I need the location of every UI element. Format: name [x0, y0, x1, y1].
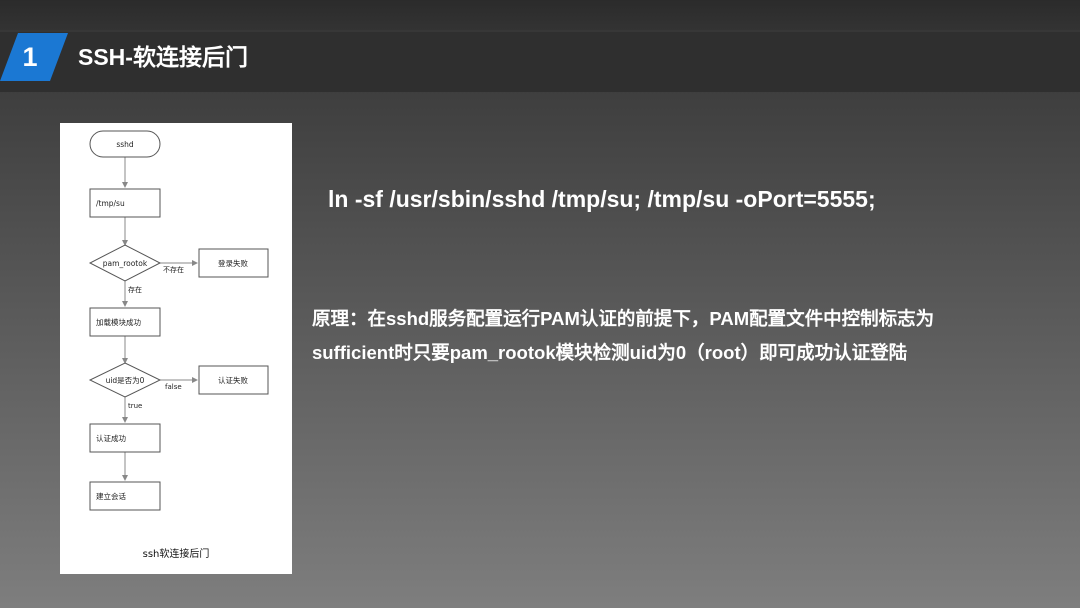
principle-text: 原理：在sshd服务配置运行PAM认证的前提下，PAM配置文件中控制标志为 su… — [312, 302, 1072, 370]
edge-label-true: true — [128, 402, 142, 410]
node-session-label: 建立会话 — [96, 491, 126, 501]
node-load-label: 加载模块成功 — [96, 317, 141, 327]
flowchart-figure: sshd /tmp/su pam_rootok 登录失败 加载模块成功 uid是… — [60, 123, 292, 574]
node-auth-fail-label: 认证失败 — [218, 375, 248, 385]
top-band — [0, 0, 1080, 30]
decision-pam-label: pam_rootok — [103, 259, 148, 268]
slide-number: 1 — [22, 42, 38, 72]
node-link-label: /tmp/su — [96, 199, 125, 208]
principle-line-2: sufficient时只要pam_rootok模块检测uid为0（root）即可… — [312, 342, 908, 363]
command-line: ln -sf /usr/sbin/sshd /tmp/su; /tmp/su -… — [328, 186, 876, 212]
decision-uid-label: uid是否为0 — [106, 375, 145, 385]
node-login-fail-label: 登录失败 — [218, 258, 248, 268]
edge-label-not-exist: 不存在 — [163, 265, 184, 274]
flowchart-diagram: sshd /tmp/su pam_rootok 登录失败 加载模块成功 uid是… — [88, 130, 269, 560]
node-start-label: sshd — [116, 140, 134, 149]
principle-line-1: 原理：在sshd服务配置运行PAM认证的前提下，PAM配置文件中控制标志为 — [312, 308, 935, 329]
slide-title: SSH-软连接后门 — [78, 44, 248, 70]
node-auth-ok-label: 认证成功 — [96, 433, 126, 443]
figure-caption: ssh软连接后门 — [143, 547, 210, 560]
edge-label-false: false — [165, 383, 182, 391]
edge-label-exist: 存在 — [128, 285, 142, 294]
